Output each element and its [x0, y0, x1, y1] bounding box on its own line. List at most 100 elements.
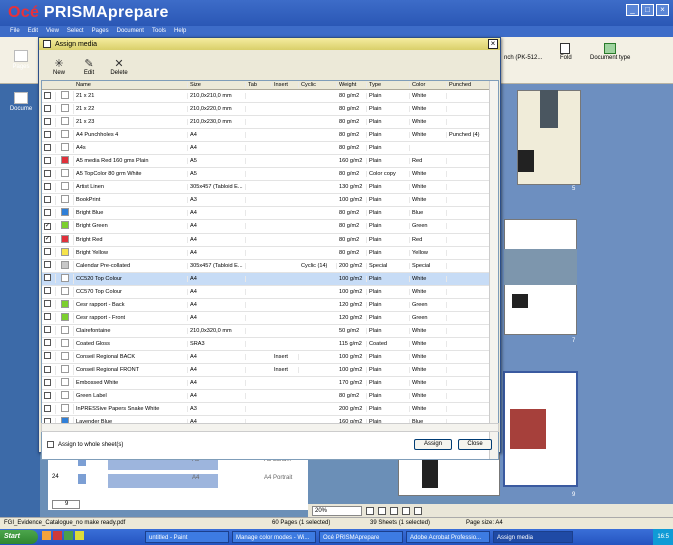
row-checkbox[interactable]	[44, 182, 51, 190]
spread-icon[interactable]	[390, 506, 398, 515]
table-row[interactable]: Cesr rapport - Back A4 120 g/m2 Plain Green	[42, 299, 498, 312]
row-checkbox[interactable]	[44, 378, 51, 386]
task-assign-media[interactable]: Assign media	[493, 531, 573, 543]
zoom-select[interactable]: 20%	[312, 505, 362, 516]
menu-file[interactable]: File	[10, 26, 20, 37]
menu-pages[interactable]: Pages	[92, 26, 109, 37]
col-cyclic[interactable]: Cyclic	[299, 82, 337, 88]
table-row[interactable]: A5 media Red 160 gms Plain A5 160 g/m2 Plai…	[42, 155, 498, 169]
quicklaunch-icon[interactable]	[75, 531, 84, 540]
task-prismaprepare[interactable]: Océ PRISMAprepare	[319, 531, 403, 543]
table-row[interactable]: Calendar Pre-collated 305x457 (Tabloid E.…	[42, 260, 498, 273]
menu-document[interactable]: Document	[117, 26, 144, 37]
close-button[interactable]: Close	[458, 439, 492, 450]
row-checkbox[interactable]	[44, 404, 51, 412]
table-row[interactable]: Cesr rapport - Front A4 120 g/m2 Plain Green	[42, 312, 498, 325]
assign-button[interactable]: Assign	[414, 439, 452, 450]
table-row[interactable]: BookPrint A3 100 g/m2 Plain White	[42, 194, 498, 208]
assign-whole-checkbox[interactable]	[47, 441, 54, 448]
table-row[interactable]: Green Label A4 80 g/m2 Plain White	[42, 390, 498, 404]
row-checkbox[interactable]	[44, 391, 51, 399]
menu-select[interactable]: Select	[67, 26, 84, 37]
grid-icon[interactable]	[402, 506, 410, 515]
finish-button[interactable]: nch (PK-512...	[504, 55, 542, 61]
table-row[interactable]: Conseil Regional FRONT A4 Insert 100 g/m2 Pl…	[42, 364, 498, 378]
table-row[interactable]: A4 Punchholes 4 A4 80 g/m2 Plain White Punche…	[42, 129, 498, 143]
fold-button[interactable]: Fold	[560, 55, 572, 61]
row-checkbox[interactable]: ✓	[44, 222, 51, 230]
delete-button[interactable]: ✕ Delete	[107, 58, 131, 76]
edit-button[interactable]: ✎ Edit	[77, 58, 101, 76]
table-row[interactable]: CC570 Top Colour A4 100 g/m2 Plain White	[42, 286, 498, 299]
table-row[interactable]: Artist Linen 305x457 (Tabloid E... 130 g/m…	[42, 181, 498, 195]
row-checkbox[interactable]	[44, 274, 51, 282]
start-button[interactable]: Start	[0, 530, 38, 544]
table-row[interactable]: Embossed White A4 170 g/m2 Plain White	[42, 377, 498, 391]
fit-icon[interactable]	[366, 506, 374, 515]
row-checkbox[interactable]	[44, 313, 51, 321]
quicklaunch-icon[interactable]	[42, 531, 51, 540]
row-checkbox[interactable]	[44, 287, 51, 295]
col-color[interactable]: Color	[410, 82, 447, 88]
table-row[interactable]: 21 x 22 210,0x220,0 mm 80 g/m2 Plain White	[42, 103, 498, 117]
table-row[interactable]: CC520 Top Colour A4 100 g/m2 Plain White	[42, 272, 498, 286]
maximize-button[interactable]: □	[641, 4, 654, 16]
document-type-button[interactable]: Document type	[590, 55, 630, 61]
row-checkbox[interactable]	[44, 261, 51, 269]
task-paint[interactable]: untitled - Paint	[145, 531, 229, 543]
row-checkbox[interactable]	[44, 326, 51, 334]
row-checkbox[interactable]	[44, 248, 51, 256]
row-checkbox[interactable]: ✓	[44, 236, 51, 244]
row-checkbox[interactable]	[44, 104, 51, 112]
quicklaunch-icon[interactable]	[64, 531, 73, 540]
quicklaunch-icon[interactable]	[53, 531, 62, 540]
minimize-button[interactable]: _	[626, 4, 639, 16]
row-checkbox[interactable]	[44, 339, 51, 347]
table-row[interactable]: ✓ Bright Green A4 80 g/m2 Plain Green	[42, 220, 498, 234]
menu-edit[interactable]: Edit	[28, 26, 38, 37]
table-row[interactable]: Clairefontaine 210,0x320,0 mm 50 g/m2 Plain…	[42, 325, 498, 338]
table-row[interactable]: 21 x 23 210,0x230,0 mm 80 g/m2 Plain White	[42, 116, 498, 130]
new-button[interactable]: ✳ New	[47, 58, 71, 76]
close-window-button[interactable]: ×	[656, 4, 669, 16]
task-color-modes[interactable]: Manage color modes - Wi...	[232, 531, 316, 543]
table-row[interactable]: 21 x 21 210,0x210,0 mm 80 g/m2 Plain White	[42, 90, 498, 104]
table-row[interactable]: Coated Gloss SRA3 115 g/m2 Coated White	[42, 338, 498, 351]
col-tab[interactable]: Tab	[246, 82, 272, 88]
table-row[interactable]: A4s A4 80 g/m2 Plain	[42, 142, 498, 156]
row-checkbox[interactable]	[44, 130, 51, 138]
row-checkbox[interactable]	[44, 143, 51, 151]
table-row[interactable]: Bright Yellow A4 80 g/m2 Plain Yellow	[42, 247, 498, 260]
row-checkbox[interactable]	[44, 156, 51, 164]
row-checkbox[interactable]	[44, 352, 51, 360]
table-row[interactable]: InPRESSive Papers Snake White A3 200 g/m2 P…	[42, 403, 498, 417]
row-checkbox[interactable]	[44, 300, 51, 308]
col-name[interactable]: Name	[74, 82, 188, 88]
vertical-scrollbar[interactable]	[489, 81, 498, 459]
menu-tools[interactable]: Tools	[152, 26, 166, 37]
row-checkbox[interactable]	[44, 117, 51, 125]
menu-view[interactable]: View	[46, 26, 59, 37]
pages-button[interactable]: Pages	[4, 50, 38, 70]
zoom-icon[interactable]	[414, 506, 422, 515]
menu-help[interactable]: Help	[174, 26, 186, 37]
table-row[interactable]: Bright Blue A4 80 g/m2 Plain Blue	[42, 207, 498, 221]
col-insert[interactable]: Insert	[272, 82, 299, 88]
horizontal-scrollbar[interactable]	[41, 423, 499, 432]
page-number-field[interactable]: 9	[52, 500, 80, 509]
table-row[interactable]: ✓ Bright Red A4 80 g/m2 Plain Red	[42, 234, 498, 247]
row-checkbox[interactable]	[44, 91, 51, 99]
col-weight[interactable]: Weight	[337, 82, 367, 88]
row-checkbox[interactable]	[44, 169, 51, 177]
col-size[interactable]: Size	[188, 82, 246, 88]
row-checkbox[interactable]	[44, 195, 51, 203]
table-row[interactable]: Conseil Regional BACK A4 Insert 100 g/m2 Pla…	[42, 351, 498, 364]
row-checkbox[interactable]	[44, 365, 51, 373]
row-checkbox[interactable]	[44, 208, 51, 216]
col-type[interactable]: Type	[367, 82, 410, 88]
task-acrobat[interactable]: Adobe Acrobat Professio...	[406, 531, 490, 543]
table-row[interactable]: A5 TopColor 80 grm White A5 80 g/m2 Color c…	[42, 168, 498, 182]
single-page-icon[interactable]	[378, 506, 386, 515]
dialog-close-button[interactable]: ×	[488, 39, 498, 49]
document-button[interactable]: Docume	[4, 92, 38, 112]
